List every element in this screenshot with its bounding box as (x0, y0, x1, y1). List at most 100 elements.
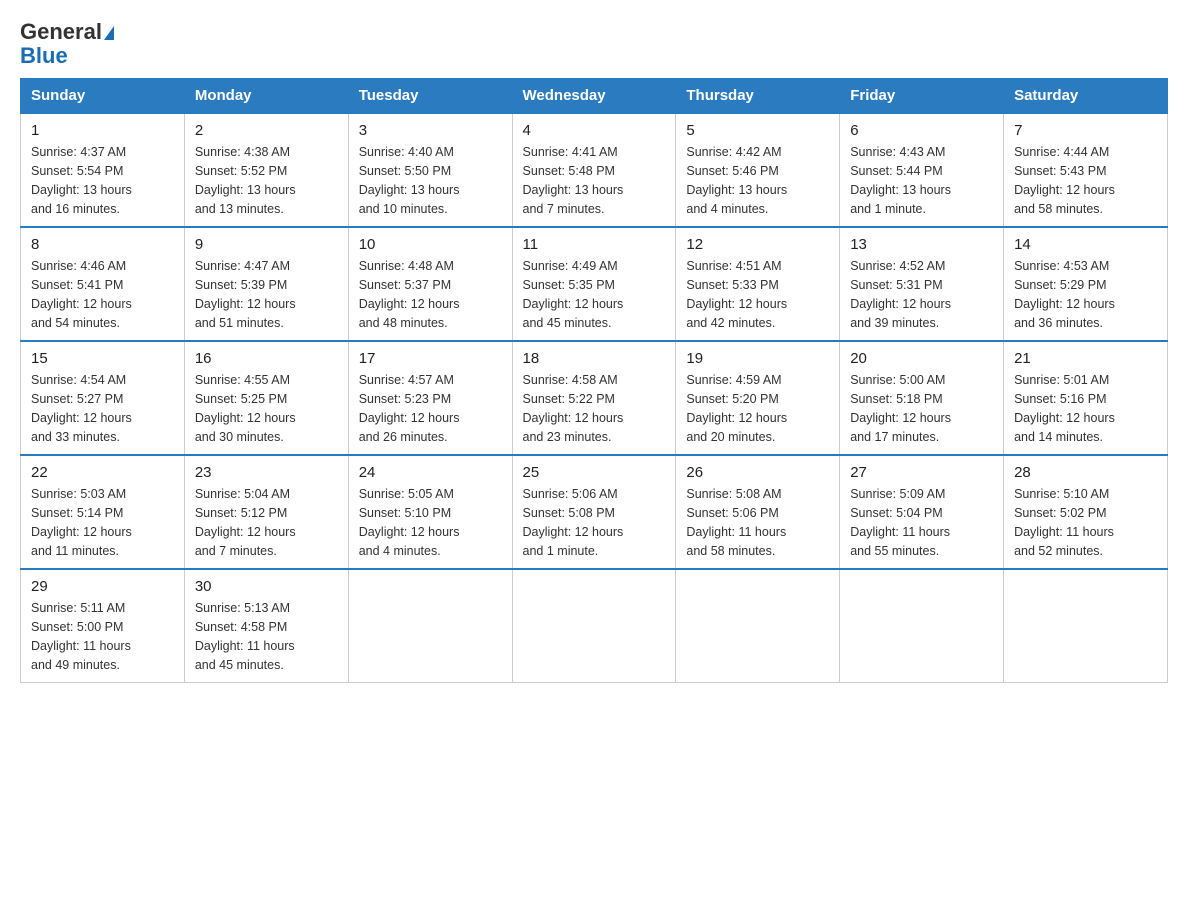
calendar-cell: 23 Sunrise: 5:04 AMSunset: 5:12 PMDayligh… (184, 455, 348, 569)
day-info: Sunrise: 4:58 AMSunset: 5:22 PMDaylight:… (523, 371, 666, 446)
calendar-cell: 3 Sunrise: 4:40 AMSunset: 5:50 PMDaylight… (348, 113, 512, 227)
day-number: 15 (31, 350, 174, 367)
day-info: Sunrise: 4:52 AMSunset: 5:31 PMDaylight:… (850, 257, 993, 332)
day-info: Sunrise: 5:09 AMSunset: 5:04 PMDaylight:… (850, 485, 993, 560)
day-number: 6 (850, 122, 993, 139)
day-number: 10 (359, 236, 502, 253)
day-number: 30 (195, 578, 338, 595)
day-info: Sunrise: 4:46 AMSunset: 5:41 PMDaylight:… (31, 257, 174, 332)
calendar-cell: 1 Sunrise: 4:37 AMSunset: 5:54 PMDaylight… (21, 113, 185, 227)
calendar-cell: 18 Sunrise: 4:58 AMSunset: 5:22 PMDayligh… (512, 341, 676, 455)
calendar-cell: 22 Sunrise: 5:03 AMSunset: 5:14 PMDayligh… (21, 455, 185, 569)
calendar-header-row: SundayMondayTuesdayWednesdayThursdayFrid… (21, 79, 1168, 114)
day-info: Sunrise: 4:53 AMSunset: 5:29 PMDaylight:… (1014, 257, 1157, 332)
calendar-cell: 11 Sunrise: 4:49 AMSunset: 5:35 PMDayligh… (512, 227, 676, 341)
day-number: 12 (686, 236, 829, 253)
day-info: Sunrise: 5:13 AMSunset: 4:58 PMDaylight:… (195, 599, 338, 674)
calendar-cell (840, 569, 1004, 683)
day-number: 1 (31, 122, 174, 139)
day-info: Sunrise: 4:49 AMSunset: 5:35 PMDaylight:… (523, 257, 666, 332)
day-info: Sunrise: 4:40 AMSunset: 5:50 PMDaylight:… (359, 143, 502, 218)
calendar-cell: 25Sunrise: 5:06 AMSunset: 5:08 PMDayligh… (512, 455, 676, 569)
day-number: 28 (1014, 464, 1157, 481)
calendar-week-row: 22 Sunrise: 5:03 AMSunset: 5:14 PMDayligh… (21, 455, 1168, 569)
day-number: 3 (359, 122, 502, 139)
day-number: 7 (1014, 122, 1157, 139)
calendar-cell: 21 Sunrise: 5:01 AMSunset: 5:16 PMDayligh… (1004, 341, 1168, 455)
day-info: Sunrise: 4:51 AMSunset: 5:33 PMDaylight:… (686, 257, 829, 332)
day-info: Sunrise: 5:04 AMSunset: 5:12 PMDaylight:… (195, 485, 338, 560)
day-info: Sunrise: 4:54 AMSunset: 5:27 PMDaylight:… (31, 371, 174, 446)
calendar-table: SundayMondayTuesdayWednesdayThursdayFrid… (20, 78, 1168, 683)
day-number: 5 (686, 122, 829, 139)
calendar-cell (512, 569, 676, 683)
calendar-week-row: 1 Sunrise: 4:37 AMSunset: 5:54 PMDaylight… (21, 113, 1168, 227)
day-number: 22 (31, 464, 174, 481)
calendar-cell: 12 Sunrise: 4:51 AMSunset: 5:33 PMDayligh… (676, 227, 840, 341)
day-info: Sunrise: 5:00 AMSunset: 5:18 PMDaylight:… (850, 371, 993, 446)
calendar-cell: 26Sunrise: 5:08 AMSunset: 5:06 PMDayligh… (676, 455, 840, 569)
calendar-cell: 15 Sunrise: 4:54 AMSunset: 5:27 PMDayligh… (21, 341, 185, 455)
day-number: 8 (31, 236, 174, 253)
day-number: 23 (195, 464, 338, 481)
calendar-cell: 29Sunrise: 5:11 AMSunset: 5:00 PMDayligh… (21, 569, 185, 683)
logo-text: General Blue (20, 20, 114, 68)
day-info: Sunrise: 5:05 AMSunset: 5:10 PMDaylight:… (359, 485, 502, 560)
day-of-week-header: Monday (184, 79, 348, 114)
day-info: Sunrise: 4:42 AMSunset: 5:46 PMDaylight:… (686, 143, 829, 218)
logo-blue: Blue (20, 43, 68, 68)
day-info: Sunrise: 4:47 AMSunset: 5:39 PMDaylight:… (195, 257, 338, 332)
calendar-cell: 6 Sunrise: 4:43 AMSunset: 5:44 PMDaylight… (840, 113, 1004, 227)
day-number: 25 (523, 464, 666, 481)
day-info: Sunrise: 4:38 AMSunset: 5:52 PMDaylight:… (195, 143, 338, 218)
day-number: 18 (523, 350, 666, 367)
calendar-cell: 4 Sunrise: 4:41 AMSunset: 5:48 PMDaylight… (512, 113, 676, 227)
day-number: 11 (523, 236, 666, 253)
calendar-cell: 16Sunrise: 4:55 AMSunset: 5:25 PMDayligh… (184, 341, 348, 455)
calendar-cell: 17Sunrise: 4:57 AMSunset: 5:23 PMDayligh… (348, 341, 512, 455)
day-info: Sunrise: 4:43 AMSunset: 5:44 PMDaylight:… (850, 143, 993, 218)
day-info: Sunrise: 5:03 AMSunset: 5:14 PMDaylight:… (31, 485, 174, 560)
day-of-week-header: Tuesday (348, 79, 512, 114)
calendar-cell: 13Sunrise: 4:52 AMSunset: 5:31 PMDayligh… (840, 227, 1004, 341)
day-info: Sunrise: 5:01 AMSunset: 5:16 PMDaylight:… (1014, 371, 1157, 446)
calendar-cell: 27Sunrise: 5:09 AMSunset: 5:04 PMDayligh… (840, 455, 1004, 569)
calendar-cell: 20 Sunrise: 5:00 AMSunset: 5:18 PMDayligh… (840, 341, 1004, 455)
day-info: Sunrise: 4:41 AMSunset: 5:48 PMDaylight:… (523, 143, 666, 218)
calendar-cell (676, 569, 840, 683)
day-of-week-header: Wednesday (512, 79, 676, 114)
calendar-cell: 5 Sunrise: 4:42 AMSunset: 5:46 PMDaylight… (676, 113, 840, 227)
day-number: 4 (523, 122, 666, 139)
day-number: 19 (686, 350, 829, 367)
day-info: Sunrise: 4:44 AMSunset: 5:43 PMDaylight:… (1014, 143, 1157, 218)
calendar-cell: 28Sunrise: 5:10 AMSunset: 5:02 PMDayligh… (1004, 455, 1168, 569)
calendar-cell: 10 Sunrise: 4:48 AMSunset: 5:37 PMDayligh… (348, 227, 512, 341)
day-info: Sunrise: 4:37 AMSunset: 5:54 PMDaylight:… (31, 143, 174, 218)
calendar-week-row: 8 Sunrise: 4:46 AMSunset: 5:41 PMDaylight… (21, 227, 1168, 341)
day-number: 16 (195, 350, 338, 367)
logo-general: General (20, 19, 102, 44)
calendar-cell: 9 Sunrise: 4:47 AMSunset: 5:39 PMDaylight… (184, 227, 348, 341)
day-number: 17 (359, 350, 502, 367)
day-of-week-header: Thursday (676, 79, 840, 114)
day-of-week-header: Saturday (1004, 79, 1168, 114)
day-number: 21 (1014, 350, 1157, 367)
logo: General Blue (20, 20, 114, 68)
day-number: 24 (359, 464, 502, 481)
page-header: General Blue (20, 20, 1168, 68)
day-number: 14 (1014, 236, 1157, 253)
day-info: Sunrise: 5:08 AMSunset: 5:06 PMDaylight:… (686, 485, 829, 560)
day-info: Sunrise: 5:11 AMSunset: 5:00 PMDaylight:… (31, 599, 174, 674)
calendar-week-row: 29Sunrise: 5:11 AMSunset: 5:00 PMDayligh… (21, 569, 1168, 683)
day-of-week-header: Friday (840, 79, 1004, 114)
day-number: 20 (850, 350, 993, 367)
calendar-cell (348, 569, 512, 683)
day-of-week-header: Sunday (21, 79, 185, 114)
calendar-cell: 19Sunrise: 4:59 AMSunset: 5:20 PMDayligh… (676, 341, 840, 455)
calendar-cell: 24 Sunrise: 5:05 AMSunset: 5:10 PMDayligh… (348, 455, 512, 569)
day-info: Sunrise: 4:48 AMSunset: 5:37 PMDaylight:… (359, 257, 502, 332)
calendar-cell: 7 Sunrise: 4:44 AMSunset: 5:43 PMDaylight… (1004, 113, 1168, 227)
logo-triangle-icon (104, 26, 114, 40)
calendar-cell: 2Sunrise: 4:38 AMSunset: 5:52 PMDaylight… (184, 113, 348, 227)
day-number: 9 (195, 236, 338, 253)
